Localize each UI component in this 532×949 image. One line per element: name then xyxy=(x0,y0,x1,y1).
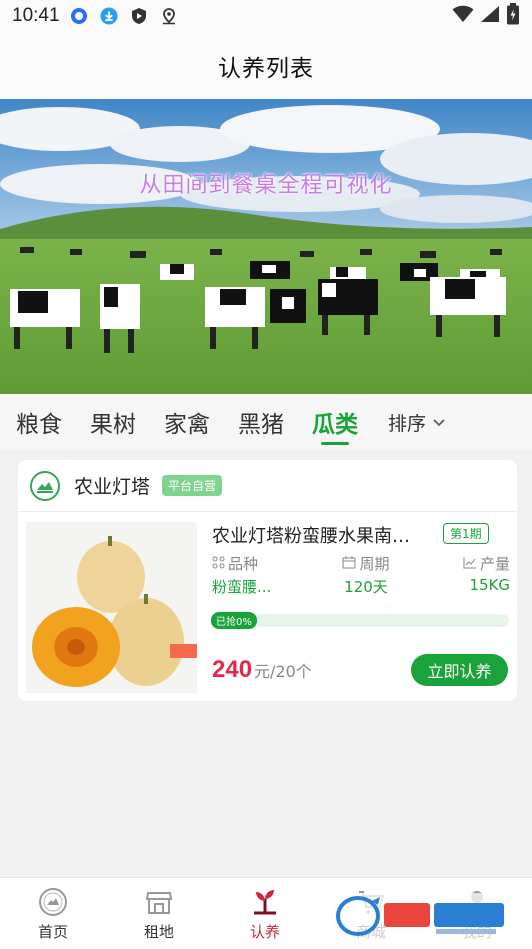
sprout-icon xyxy=(250,887,280,917)
nav-label: 租地 xyxy=(143,922,174,941)
home-logo-icon xyxy=(38,887,68,917)
price: 240 元/20个 xyxy=(212,656,312,684)
tab-black-pig[interactable]: 黑猪 xyxy=(236,394,286,450)
product-image[interactable] xyxy=(26,522,197,693)
product-card[interactable]: 农业灯塔 平台自营 农业灯塔粉蛮腰水果南… 第1期 品种 粉蛮腰... 周期 1… xyxy=(18,460,517,701)
watermark-logo xyxy=(332,893,512,939)
signal-icon xyxy=(480,5,500,27)
banner-image xyxy=(0,99,532,394)
banner-caption: 从田间到餐桌全程可视化 xyxy=(139,173,393,198)
chat-bubble-icon xyxy=(70,7,88,25)
cycle-value: 120天 xyxy=(344,578,388,596)
nav-home[interactable]: 首页 xyxy=(0,878,106,949)
nav-adopt[interactable]: 认养 xyxy=(212,878,318,949)
adopt-now-button[interactable]: 立即认养 xyxy=(411,654,508,686)
variety-label: 品种 xyxy=(228,555,259,573)
cycle-label: 周期 xyxy=(359,555,390,573)
category-tabs: 粮食 果树 家禽 黑猪 瓜类 排序 xyxy=(0,394,532,450)
battery-icon xyxy=(506,3,520,29)
yield-label: 产量 xyxy=(479,555,510,573)
variety-value: 粉蛮腰... xyxy=(212,578,272,596)
nav-rent-land[interactable]: 租地 xyxy=(106,878,212,949)
tab-poultry[interactable]: 家禽 xyxy=(162,394,212,450)
price-unit: 元/20个 xyxy=(254,662,312,681)
tab-grain[interactable]: 粮食 xyxy=(14,394,64,450)
tab-melons[interactable]: 瓜类 xyxy=(310,394,360,450)
store-name: 农业灯塔 xyxy=(74,476,151,498)
tab-fruit-trees[interactable]: 果树 xyxy=(88,394,138,450)
nav-label: 首页 xyxy=(37,922,68,941)
status-bar: 10:41 xyxy=(0,0,532,32)
cycle-info: 周期 120天 xyxy=(330,553,402,597)
sort-label: 排序 xyxy=(388,412,427,435)
wifi-icon xyxy=(452,5,474,27)
nav-label: 认养 xyxy=(249,922,280,941)
yield-value: 15KG xyxy=(469,576,510,594)
store-badge: 平台自营 xyxy=(162,475,223,496)
price-amount: 240 xyxy=(212,656,253,683)
calendar-icon xyxy=(342,555,356,573)
download-icon xyxy=(99,7,118,25)
banner-carousel[interactable]: 从田间到餐桌全程可视化 xyxy=(0,99,532,394)
page-title: 认养列表 xyxy=(218,55,314,82)
grid-icon xyxy=(212,555,225,573)
app-header: 认养列表 xyxy=(0,32,532,99)
location-pin-icon xyxy=(160,7,178,25)
shield-icon xyxy=(130,7,148,25)
chevron-down-icon xyxy=(432,411,446,433)
store-row[interactable]: 农业灯塔 平台自营 xyxy=(18,460,517,512)
progress-label: 已抢0% xyxy=(211,612,257,629)
yield-info: 产量 15KG xyxy=(448,553,510,594)
line-chart-icon xyxy=(463,555,477,573)
period-badge: 第1期 xyxy=(443,523,489,544)
variety-info: 品种 粉蛮腰... xyxy=(212,553,292,597)
sort-button[interactable]: 排序 xyxy=(388,409,446,436)
status-time: 10:41 xyxy=(12,5,60,26)
store-icon xyxy=(144,887,174,917)
store-logo-icon xyxy=(30,470,60,501)
product-title[interactable]: 农业灯塔粉蛮腰水果南… xyxy=(212,522,442,548)
